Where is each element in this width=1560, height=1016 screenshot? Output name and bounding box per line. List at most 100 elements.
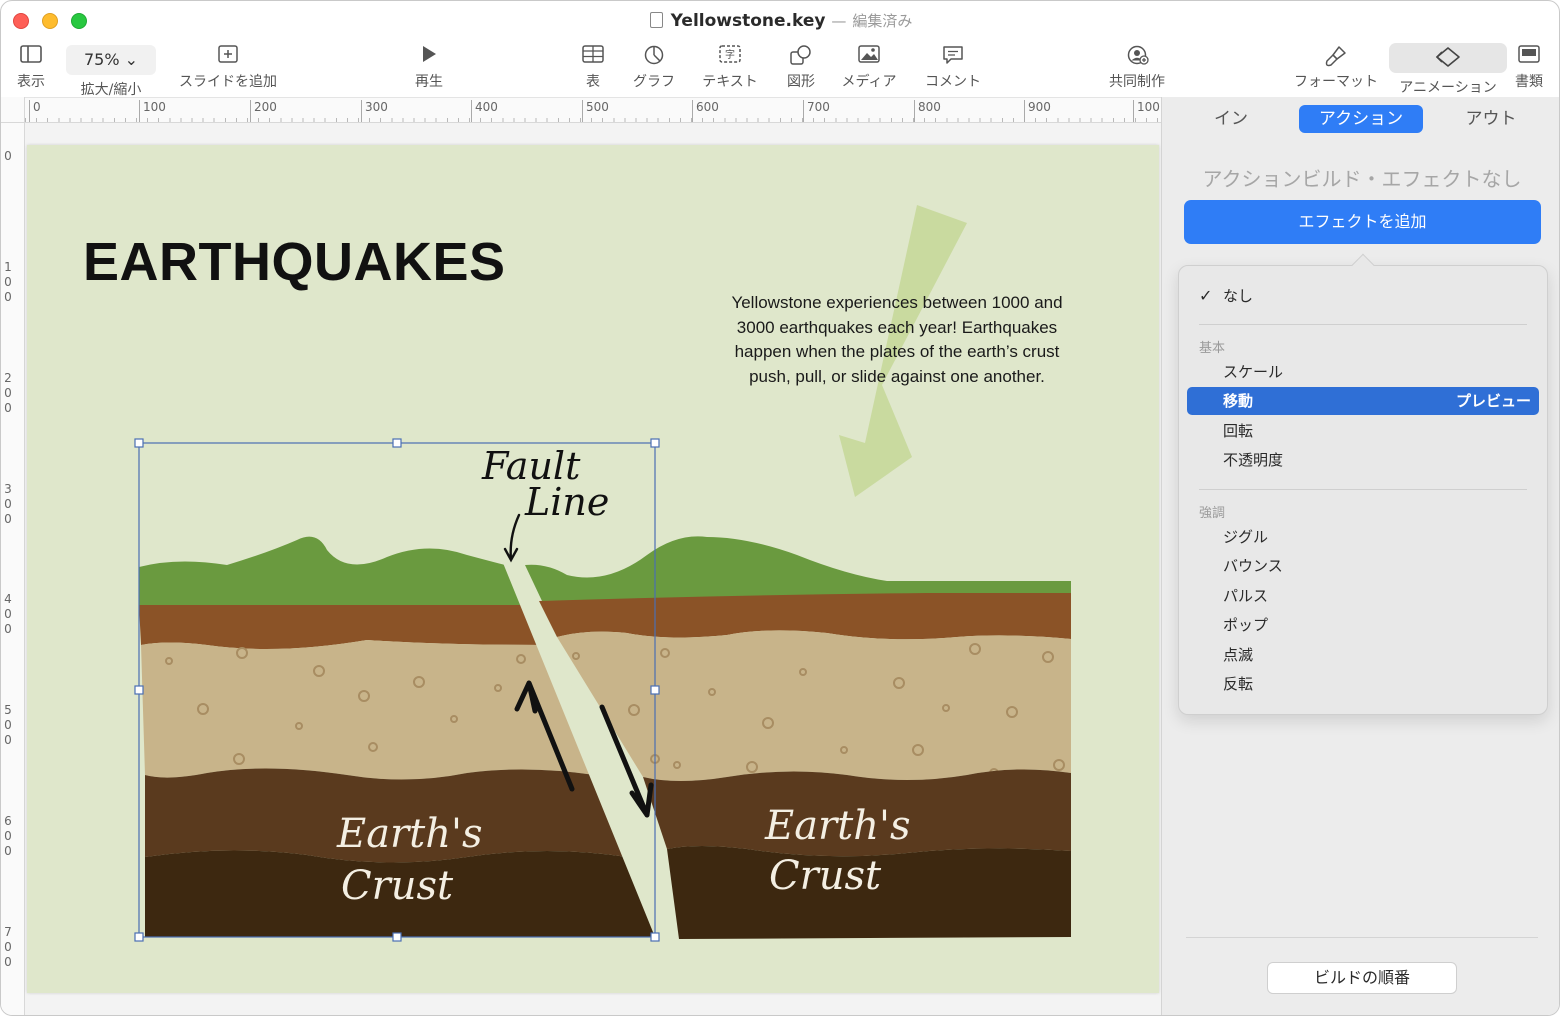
shape-button[interactable]: 図形 xyxy=(781,45,821,91)
photo-icon xyxy=(837,45,901,69)
inspector-separator xyxy=(1186,937,1538,938)
build-order-button[interactable]: ビルドの順番 xyxy=(1267,962,1457,994)
add-slide-label: スライドを追加 xyxy=(179,74,277,90)
keynote-file-icon xyxy=(649,12,663,28)
ruler-mark: 2 0 0 xyxy=(4,371,12,415)
comment-button[interactable]: コメント xyxy=(921,45,985,91)
ruler-mark: 0 xyxy=(29,100,41,122)
preview-button[interactable]: プレビュー xyxy=(1456,387,1531,415)
menu-item-pulse[interactable]: パルス xyxy=(1187,582,1539,610)
ruler-mark: 0 xyxy=(4,149,12,163)
crust-right-line1: Earth's xyxy=(764,803,911,849)
ruler-mark: 5 0 0 xyxy=(4,703,12,747)
slide-canvas[interactable]: Fault Line Earth's Crust Earth's Crust E… xyxy=(25,123,1161,1015)
zoom-control[interactable]: 75% ⌄ 拡大/縮小 xyxy=(65,45,157,99)
slide-title[interactable]: EARTHQUAKES xyxy=(83,231,506,293)
body-line: Yellowstone experiences between 1000 and xyxy=(731,293,1063,312)
chart-icon xyxy=(629,45,679,69)
vertical-ruler: 0 1 0 0 2 0 0 3 0 0 4 0 0 5 0 0 6 0 0 7 … xyxy=(1,123,25,1015)
view-button[interactable]: 表示 xyxy=(13,45,49,91)
animate-label: アニメーション xyxy=(1399,80,1497,96)
document-button[interactable]: 書類 xyxy=(1511,45,1547,91)
animate-inspector: イン アクション アウト アクションビルド・エフェクトなし エフェクトを追加 ✓… xyxy=(1161,97,1559,1015)
menu-item-move[interactable]: 移動 プレビュー xyxy=(1187,387,1539,415)
fault-label: Fault Line xyxy=(481,444,609,524)
shape-icon xyxy=(781,45,821,69)
body-line: push, pull, or slide against one another… xyxy=(749,366,1045,386)
ruler-mark: 7 0 0 xyxy=(4,925,12,969)
slide-body-text[interactable]: Yellowstone experiences between 1000 and… xyxy=(717,291,1077,389)
view-label: 表示 xyxy=(17,74,45,90)
paintbrush-icon xyxy=(1291,45,1381,69)
play-button[interactable]: 再生 xyxy=(409,45,449,91)
no-action-build-text: アクションビルド・エフェクトなし xyxy=(1202,167,1522,191)
ruler-mark: 900 xyxy=(1024,100,1051,122)
animate-diamond-icon xyxy=(1389,43,1507,67)
menu-item-pop[interactable]: ポップ xyxy=(1187,611,1539,639)
menu-item-jiggle[interactable]: ジグル xyxy=(1187,523,1539,551)
edited-status: 編集済み xyxy=(852,12,913,30)
ruler-mark: 1 0 0 xyxy=(4,260,12,304)
menu-separator xyxy=(1199,324,1527,325)
grass-layer xyxy=(139,536,532,607)
grass-layer xyxy=(525,536,1071,601)
add-slide-button[interactable]: スライドを追加 xyxy=(173,45,283,91)
slide[interactable]: Fault Line Earth's Crust Earth's Crust E… xyxy=(27,145,1159,993)
fault-label-line2: Line xyxy=(524,480,609,524)
tab-action[interactable]: アクション xyxy=(1299,105,1423,133)
ruler-mark: 4 0 0 xyxy=(4,592,12,636)
table-label: 表 xyxy=(586,74,600,90)
menu-item-blink[interactable]: 点滅 xyxy=(1187,641,1539,669)
menu-item-opacity[interactable]: 不透明度 xyxy=(1187,446,1539,474)
menu-header-emphasis: 強調 xyxy=(1199,506,1226,521)
ruler-mark: 600 xyxy=(692,100,719,122)
menu-item-label: 移動 xyxy=(1223,392,1254,410)
tab-build-in[interactable]: イン xyxy=(1186,105,1276,133)
keynote-window: Yellowstone.key — 編集済み 表示 75% ⌄ 拡大/縮小 スラ… xyxy=(0,0,1560,1016)
document-icon xyxy=(1511,45,1547,69)
menu-item-flip[interactable]: 反転 xyxy=(1187,670,1539,698)
horizontal-ruler: 0 100 200 300 400 500 600 700 800 900 10… xyxy=(25,97,1161,123)
animate-button[interactable]: アニメーション xyxy=(1389,43,1507,97)
zoom-label: 拡大/縮小 xyxy=(80,82,142,98)
zoom-select[interactable]: 75% ⌄ xyxy=(66,45,156,75)
toolbar: 表示 75% ⌄ 拡大/縮小 スライドを追加 再生 表 グラフ 字 テキスト 図… xyxy=(1,41,1559,99)
text-button[interactable]: 字 テキスト xyxy=(695,45,765,91)
menu-pointer xyxy=(1351,253,1375,277)
table-button[interactable]: 表 xyxy=(575,45,611,91)
sand-layer xyxy=(141,640,595,780)
ruler-mark: 400 xyxy=(471,100,498,122)
menu-item-rotate[interactable]: 回転 xyxy=(1187,417,1539,445)
menu-item-none[interactable]: ✓ なし xyxy=(1187,282,1539,310)
media-label: メディア xyxy=(841,74,897,90)
collaborate-icon xyxy=(1105,45,1169,69)
animate-selected-bg xyxy=(1389,43,1507,73)
menu-header-basic: 基本 xyxy=(1199,341,1226,356)
title-separator: — xyxy=(831,12,847,30)
menu-item-label: なし xyxy=(1223,287,1254,305)
fault-pointer-arrow xyxy=(503,513,521,563)
svg-text:字: 字 xyxy=(725,48,735,61)
menu-item-scale[interactable]: スケール xyxy=(1187,358,1539,386)
play-icon xyxy=(409,45,449,69)
format-button[interactable]: フォーマット xyxy=(1291,45,1381,91)
ruler-mark: 200 xyxy=(250,100,277,122)
menu-item-bounce[interactable]: バウンス xyxy=(1187,552,1539,580)
crust-left-line1: Earth's xyxy=(336,811,483,857)
ruler-mark: 700 xyxy=(803,100,830,122)
document-label: 書類 xyxy=(1515,74,1543,90)
chart-button[interactable]: グラフ xyxy=(629,45,679,91)
collaborate-button[interactable]: 共同制作 xyxy=(1105,45,1169,91)
format-label: フォーマット xyxy=(1294,74,1378,90)
table-icon xyxy=(575,45,611,69)
tab-build-out[interactable]: アウト xyxy=(1446,105,1536,133)
comment-icon xyxy=(921,45,985,69)
text-box-icon: 字 xyxy=(695,45,765,69)
checkmark-icon: ✓ xyxy=(1199,286,1213,305)
collaborate-label: 共同制作 xyxy=(1109,74,1165,90)
add-slide-icon xyxy=(173,45,283,69)
menu-separator xyxy=(1199,489,1527,490)
add-effect-button[interactable]: エフェクトを追加 xyxy=(1184,200,1541,244)
media-button[interactable]: メディア xyxy=(837,45,901,91)
body-line: happen when the plates of the earth’s cr… xyxy=(734,342,1060,361)
